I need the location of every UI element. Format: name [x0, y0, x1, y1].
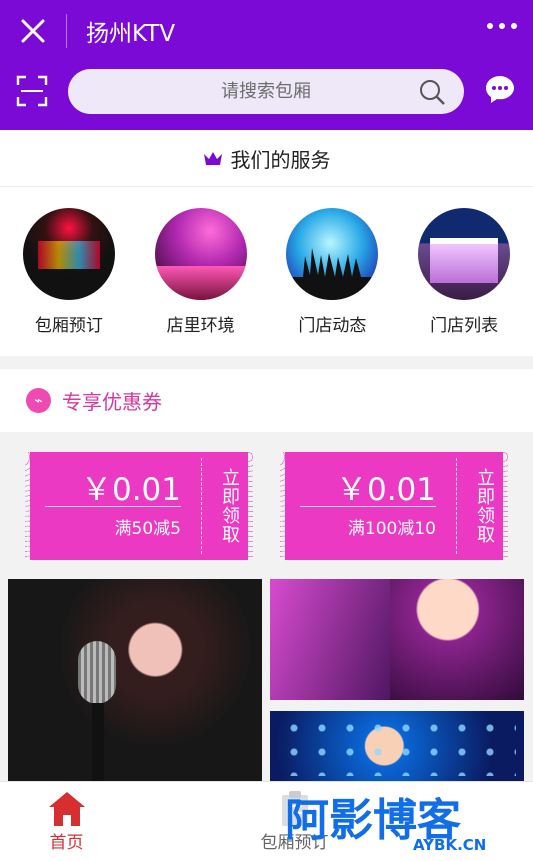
scan-icon[interactable] [16, 75, 48, 107]
coupon-line [45, 506, 181, 507]
microphone-stand [92, 703, 104, 781]
search-row [0, 62, 533, 130]
home-icon [48, 792, 85, 826]
coupon-divider [201, 458, 202, 554]
coupon-list: ￥0.01 满50减5 立即领取 ￥0.01 满100减10 立即领取 [0, 452, 533, 560]
service-label: 包厢预订 [34, 316, 103, 336]
coupon-card[interactable]: ￥0.01 满100减10 立即领取 [275, 452, 513, 560]
more-dot-icon [511, 23, 517, 29]
chat-icon[interactable] [484, 73, 516, 105]
promo-gallery [0, 579, 533, 781]
claim-coupon-button[interactable]: 立即领取 [471, 458, 495, 554]
watermark-sub-text: AYBK.CN [413, 836, 486, 852]
page-title: 扬州KTV [86, 21, 176, 47]
search-icon[interactable] [419, 79, 446, 106]
room-light-decoration [37, 241, 100, 269]
header: 扬州KTV [0, 0, 533, 130]
service-label: 门店列表 [430, 316, 499, 336]
news-image [286, 208, 379, 300]
party-promo-image[interactable] [270, 579, 524, 700]
microphone-icon [78, 641, 116, 704]
more-dot-icon [487, 23, 493, 29]
coupon-price: ￥0.01 [335, 472, 436, 508]
more-button[interactable] [487, 23, 517, 29]
stage-bubble-decoration [280, 716, 516, 776]
top-bar: 扬州KTV [0, 0, 533, 62]
store-image [418, 208, 511, 300]
search-box[interactable] [68, 69, 464, 114]
storefront-decoration [430, 238, 499, 283]
service-room-booking[interactable]: 包厢预订 [7, 208, 131, 336]
service-news[interactable]: 门店动态 [270, 208, 394, 336]
coupon-section-header: ⌁ 专享优惠券 [0, 369, 533, 432]
watermark-logo: 阿影博客 AYBK.CN [285, 796, 486, 852]
header-divider [66, 14, 67, 48]
party-light-effect [270, 579, 390, 700]
service-store-list[interactable]: 门店列表 [402, 208, 526, 336]
search-input[interactable] [136, 81, 396, 102]
coupon-condition: 满100减10 [347, 519, 436, 539]
services-header: 我们的服务 [0, 130, 533, 187]
environment-image [154, 208, 247, 300]
service-grid: 包厢预订 店里环境 门店动态 门店列表 [0, 187, 533, 336]
service-label: 门店动态 [298, 316, 367, 336]
coupon-divider [456, 458, 457, 554]
singer-promo-image[interactable] [8, 579, 262, 781]
sofa-decoration [154, 266, 247, 300]
coupon-card[interactable]: ￥0.01 满50减5 立即领取 [20, 452, 258, 560]
crowd-silhouette [289, 248, 377, 300]
close-icon [21, 19, 45, 43]
nav-home-label: 首页 [49, 833, 84, 853]
coupon-ticket-icon: ⌁ [26, 388, 51, 413]
service-label: 店里环境 [166, 316, 235, 336]
coupon-condition: 满50减5 [114, 519, 181, 539]
coupon-price: ￥0.01 [80, 472, 181, 508]
services-title: 我们的服务 [230, 147, 331, 172]
nav-item-4[interactable] [462, 782, 533, 790]
music-promo-image[interactable] [270, 711, 524, 781]
claim-coupon-button[interactable]: 立即领取 [216, 458, 240, 554]
services-section: 我们的服务 包厢预订 店里环境 门店动态 门店列表 [0, 130, 533, 356]
service-environment[interactable]: 店里环境 [139, 208, 263, 336]
close-button[interactable] [0, 0, 66, 62]
ktv-app: 扬州KTV 我们的服务 包厢预订 [0, 0, 533, 861]
nav-home[interactable]: 首页 [0, 782, 133, 861]
room-booking-image [22, 208, 115, 300]
more-dot-icon [499, 23, 505, 29]
coupon-line [300, 506, 436, 507]
crown-icon [203, 152, 222, 165]
coupon-title: 专享优惠券 [62, 390, 162, 414]
